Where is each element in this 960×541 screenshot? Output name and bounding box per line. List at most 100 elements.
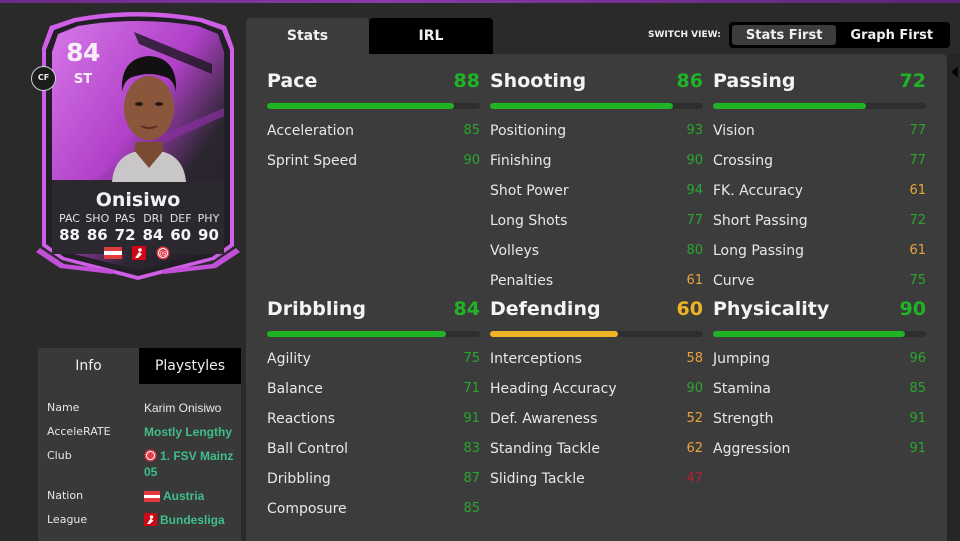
stats-panel: Pace 88 Acceleration 85 Sprint Speed 90 Shooti… [246, 54, 947, 541]
stat-name: Penalties [490, 273, 554, 289]
stat-name: Vision [713, 123, 755, 139]
stat-row: Standing Tackle 62 [490, 439, 703, 469]
stat-name: Crossing [713, 153, 774, 169]
stat-name: Aggression [713, 441, 791, 457]
stat-name: FK. Accuracy [713, 183, 804, 199]
bundesliga-logo-icon [144, 513, 157, 526]
player-portrait [112, 56, 186, 182]
stat-group-dribbling: Dribbling 84 Agility 75 Balance 71 Reactions 91… [267, 298, 480, 529]
info-tabs: Info Playstyles [38, 348, 241, 384]
attr-label: DEF [169, 212, 192, 225]
stat-name: Short Passing [713, 213, 808, 229]
accelerate-link[interactable]: Mostly Lengthy [144, 424, 241, 440]
stat-group-bar [490, 331, 703, 337]
stat-name: Reactions [267, 411, 336, 427]
attr-value: 84 [142, 226, 164, 244]
graph-first-option[interactable]: Graph First [836, 25, 947, 45]
stat-group-total: 60 [676, 298, 703, 320]
tab-irl[interactable]: IRL [369, 18, 493, 54]
info-row-accelerate: AcceleRATE Mostly Lengthy [47, 424, 241, 440]
austria-flag-icon [104, 247, 122, 259]
stat-row: Ball Control 83 [267, 439, 480, 469]
tab-playstyles[interactable]: Playstyles [139, 348, 241, 384]
stat-group-bar-fill [267, 103, 455, 109]
stat-group-title: Defending [490, 298, 601, 320]
stat-value: 85 [463, 123, 480, 138]
club-link[interactable]: 1. FSV Mainz 05 [144, 448, 241, 480]
stat-value: 61 [686, 273, 703, 288]
stat-value: 75 [463, 351, 480, 366]
stat-group-pace: Pace 88 Acceleration 85 Sprint Speed 90 [267, 70, 480, 181]
stat-name: Long Shots [490, 213, 568, 229]
stat-name: Heading Accuracy [490, 381, 617, 397]
bundesliga-logo-icon [132, 246, 146, 260]
info-row-nation: Nation Austria [47, 488, 241, 504]
stat-name: Ball Control [267, 441, 349, 457]
stat-value: 61 [909, 183, 926, 198]
stat-name: Sliding Tackle [490, 471, 585, 487]
stat-row: Def. Awareness 52 [490, 409, 703, 439]
stat-row: Shot Power 94 [490, 181, 703, 211]
stat-name: Jumping [713, 351, 771, 367]
stat-value: 85 [463, 501, 480, 516]
mainz-crest-icon: 05 [156, 246, 170, 260]
attr-value: 60 [170, 226, 192, 244]
stat-group-header: Physicality 90 [713, 298, 926, 326]
stat-group-defending: Defending 60 Interceptions 58 Heading Accura… [490, 298, 703, 499]
stat-value: 91 [909, 411, 926, 426]
stat-row: Reactions 91 [267, 409, 480, 439]
mainz-crest-icon [144, 449, 157, 462]
nation-name: Austria [163, 489, 205, 503]
card-player-name: Onisiwo [95, 189, 181, 211]
top-accent-line [0, 0, 960, 3]
nation-link[interactable]: Austria [144, 488, 241, 504]
stat-row: FK. Accuracy 61 [713, 181, 926, 211]
stat-row: Dribbling 87 [267, 469, 480, 499]
attr-value: 88 [59, 226, 80, 244]
stat-row: Positioning 93 [490, 121, 703, 151]
stat-row: Long Shots 77 [490, 211, 703, 241]
stat-group-bar-fill [490, 331, 618, 337]
stat-rows: Interceptions 58 Heading Accuracy 90 Def. Aw… [490, 349, 703, 499]
stat-rows: Positioning 93 Finishing 90 Shot Power 94 Long… [490, 121, 703, 301]
attr-label: DRI [143, 212, 163, 225]
league-link[interactable]: Bundesliga [144, 512, 241, 528]
side-scroll-strip [947, 54, 960, 541]
stat-row: Balance 71 [267, 379, 480, 409]
attr-value: 90 [198, 226, 219, 244]
stat-group-header: Dribbling 84 [267, 298, 480, 326]
stat-group-total: 88 [453, 70, 480, 92]
stat-group-bar [490, 103, 703, 109]
stat-row: Acceleration 85 [267, 121, 480, 151]
tab-stats[interactable]: Stats [246, 18, 369, 54]
attr-label: PAS [114, 212, 136, 225]
stat-group-title: Passing [713, 70, 796, 92]
stat-name: Finishing [490, 153, 552, 169]
stat-group-total: 72 [899, 70, 926, 92]
stat-group-bar-fill [713, 103, 867, 109]
switch-view-toggle: Stats First Graph First [728, 22, 951, 48]
stat-rows: Vision 77 Crossing 77 FK. Accuracy 61 Short Pa… [713, 121, 926, 301]
collapse-arrow-icon[interactable] [951, 66, 958, 78]
stat-value: 91 [463, 411, 480, 426]
stat-row: Interceptions 58 [490, 349, 703, 379]
stat-name: Agility [267, 351, 311, 367]
stat-name: Interceptions [490, 351, 582, 367]
stat-group-title: Dribbling [267, 298, 367, 320]
info-key: Club [47, 449, 72, 462]
stat-group-title: Physicality [713, 298, 830, 320]
stat-name: Shot Power [490, 183, 569, 199]
attr-label: SHO [85, 212, 110, 225]
stat-value: 72 [909, 213, 926, 228]
stats-first-option[interactable]: Stats First [731, 25, 837, 45]
card-attribute-labels: PAC SHO PAS DRI DEF PHY [56, 212, 222, 225]
stat-row: Sliding Tackle 47 [490, 469, 703, 499]
stat-value: 77 [909, 153, 926, 168]
tab-info[interactable]: Info [38, 348, 139, 384]
stat-row: Composure 85 [267, 499, 480, 529]
card-position: ST [73, 72, 93, 87]
stat-group-header: Shooting 86 [490, 70, 703, 98]
info-key: Nation [47, 489, 84, 502]
stat-rows: Jumping 96 Stamina 85 Strength 91 Aggression 91 [713, 349, 926, 469]
stat-row: Aggression 91 [713, 439, 926, 469]
